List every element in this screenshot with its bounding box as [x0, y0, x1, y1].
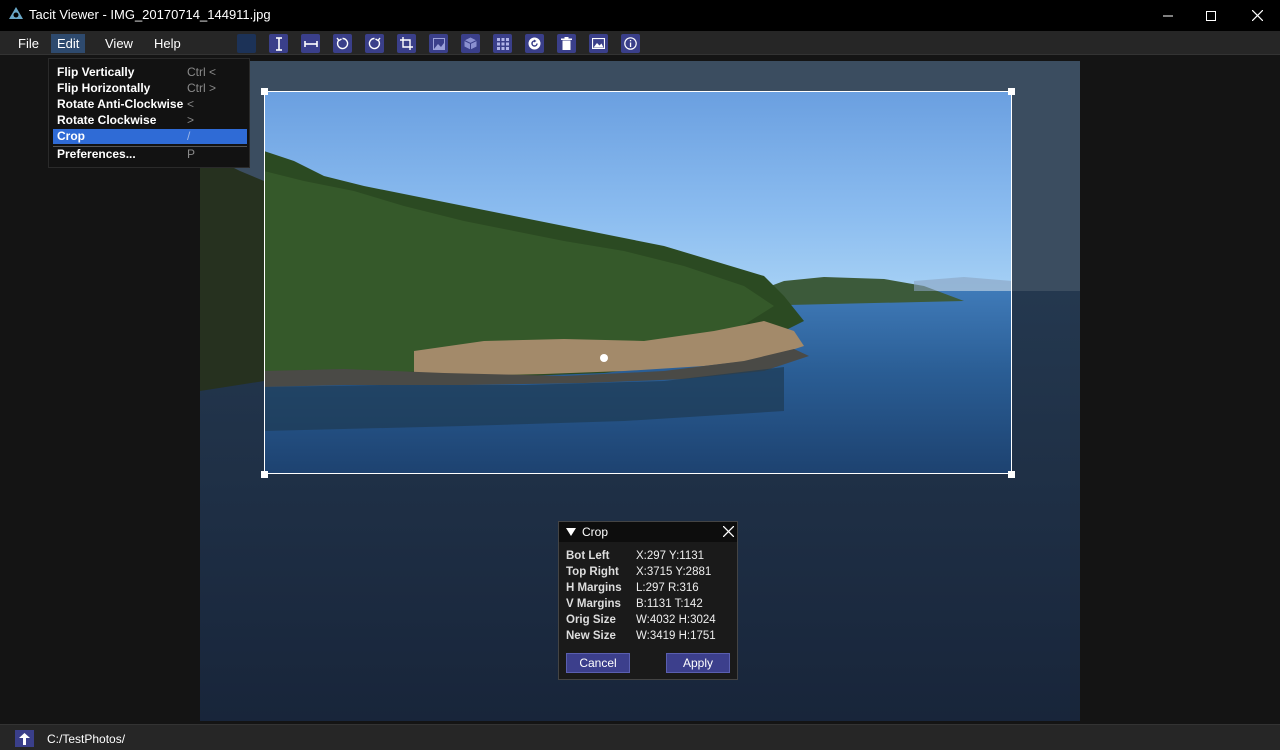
crop-row-label: V Margins [566, 598, 621, 610]
maximize-icon [1206, 10, 1216, 21]
edit-menu-dropdown: Flip Vertically Ctrl < Flip Horizontally… [48, 58, 250, 168]
flip-vertical-button[interactable] [269, 34, 288, 53]
menu-item-preferences[interactable]: Preferences... P [53, 147, 247, 162]
crop-rectangle[interactable] [264, 91, 1012, 474]
delete-button[interactable] [557, 34, 576, 53]
arrow-up-icon [19, 732, 30, 745]
crop-row-value: W:4032 H:3024 [636, 614, 716, 626]
title-bar: Tacit Viewer - IMG_20170714_144911.jpg [0, 0, 1280, 31]
crop-row-value: X:297 Y:1131 [636, 550, 705, 562]
close-button[interactable] [1234, 0, 1280, 31]
menu-item-shortcut: > [187, 113, 195, 127]
menu-item-label: Flip Vertically [57, 65, 135, 79]
crop-handle-top-right[interactable] [1008, 88, 1015, 95]
refresh-icon [528, 37, 541, 50]
color-swatch-button[interactable] [237, 34, 256, 53]
crop-button[interactable] [397, 34, 416, 53]
image-button[interactable] [429, 34, 448, 53]
flip-horizontal-icon [303, 40, 318, 47]
apply-button[interactable]: Apply [666, 653, 730, 673]
crop-row-label: Orig Size [566, 614, 616, 626]
rotate-anticlockwise-icon [336, 37, 349, 50]
cube-icon [464, 37, 477, 50]
menu-item-shortcut: Ctrl > [187, 81, 217, 95]
crop-dialog: Crop Bot Left X:297 Y:1131 Top Right X:3… [558, 521, 738, 680]
cancel-button[interactable]: Cancel [566, 653, 630, 673]
menu-item-shortcut: P [187, 147, 196, 161]
menu-item-rotate-anticlockwise[interactable]: Rotate Anti-Clockwise < [53, 97, 247, 112]
crop-icon [400, 37, 413, 50]
crop-row-value: X:3715 Y:2881 [636, 566, 712, 578]
rotate-clockwise-button[interactable] [365, 34, 384, 53]
close-icon[interactable] [723, 526, 734, 537]
crop-handle-bottom-left[interactable] [261, 471, 268, 478]
crop-dialog-header[interactable]: Crop [559, 522, 737, 542]
crop-row-value: W:3419 H:1751 [636, 630, 716, 642]
menu-item-shortcut: / [187, 129, 191, 143]
crop-row-label: H Margins [566, 582, 622, 594]
info-button[interactable] [621, 34, 640, 53]
menu-item-label: Rotate Clockwise [57, 113, 157, 127]
current-path: C:/TestPhotos/ [47, 732, 126, 746]
rotate-clockwise-icon [368, 37, 381, 50]
photo-icon [592, 38, 605, 49]
menu-edit[interactable]: Edit [51, 34, 86, 53]
menu-item-shortcut: < [187, 97, 195, 111]
flip-horizontal-button[interactable] [301, 34, 320, 53]
refresh-button[interactable] [525, 34, 544, 53]
crop-handle-top-left[interactable] [261, 88, 268, 95]
crop-row-label: New Size [566, 630, 616, 642]
info-icon [624, 37, 637, 50]
menu-item-rotate-clockwise[interactable]: Rotate Clockwise > [53, 113, 247, 128]
menu-item-label: Flip Horizontally [57, 81, 151, 95]
parent-folder-button[interactable] [15, 730, 34, 747]
grid-icon [496, 37, 509, 50]
window-title: Tacit Viewer - IMG_20170714_144911.jpg [29, 7, 271, 22]
crop-row-label: Bot Left [566, 550, 610, 562]
trash-icon [561, 37, 572, 50]
menu-file[interactable]: File [12, 34, 45, 53]
crop-handle-bottom-right[interactable] [1008, 471, 1015, 478]
status-bar: C:/TestPhotos/ [0, 724, 1280, 750]
minimize-icon [1163, 15, 1173, 16]
crop-row-label: Top Right [566, 566, 619, 578]
menu-item-label: Preferences... [57, 147, 136, 161]
minimize-button[interactable] [1145, 0, 1191, 31]
menu-item-crop[interactable]: Crop / [53, 129, 247, 144]
menu-item-shortcut: Ctrl < [187, 65, 217, 79]
menu-item-label: Crop [57, 129, 85, 143]
flip-vertical-icon [275, 36, 282, 51]
collapse-triangle-icon[interactable] [566, 528, 576, 536]
menu-view[interactable]: View [99, 34, 139, 53]
photo-button[interactable] [589, 34, 608, 53]
menu-help[interactable]: Help [148, 34, 187, 53]
maximize-button[interactable] [1188, 0, 1234, 31]
grid-button[interactable] [493, 34, 512, 53]
cube-button[interactable] [461, 34, 480, 53]
menu-item-flip-horizontally[interactable]: Flip Horizontally Ctrl > [53, 81, 247, 96]
close-icon [1251, 10, 1263, 21]
app-logo-icon [9, 7, 23, 19]
menu-item-flip-vertically[interactable]: Flip Vertically Ctrl < [53, 65, 247, 80]
menu-bar: File Edit View Help [0, 31, 1280, 55]
crop-row-value: B:1131 T:142 [636, 598, 703, 610]
crop-dialog-title: Crop [582, 525, 609, 539]
crop-row-value: L:297 R:316 [636, 582, 699, 594]
rotate-anticlockwise-button[interactable] [333, 34, 352, 53]
image-icon [432, 37, 445, 50]
menu-item-label: Rotate Anti-Clockwise [57, 97, 184, 111]
